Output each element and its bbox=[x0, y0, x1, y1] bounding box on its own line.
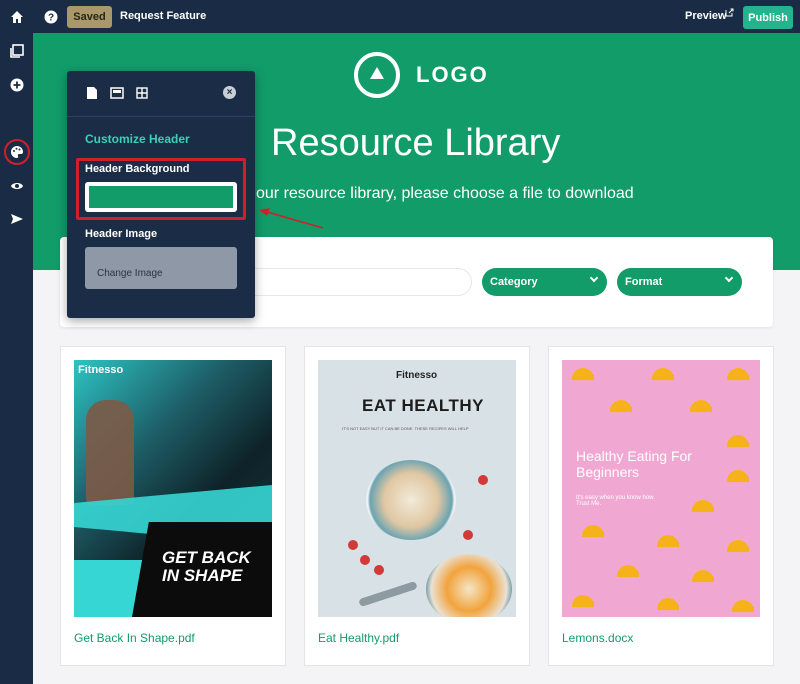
eye-icon[interactable] bbox=[8, 177, 26, 195]
request-feature-link[interactable]: Request Feature bbox=[120, 10, 206, 22]
preview-link[interactable]: Preview bbox=[685, 10, 727, 22]
resource-card[interactable]: Fitnesso EAT HEALTHY IT'S NOT EASY BUT I… bbox=[304, 346, 530, 666]
cover-slogan: GET BACK IN SHAPE bbox=[162, 548, 251, 585]
change-image-button[interactable]: Change Image bbox=[85, 247, 237, 289]
send-icon[interactable] bbox=[8, 210, 26, 228]
chevron-down-icon bbox=[724, 273, 734, 283]
chevron-down-icon bbox=[589, 273, 599, 283]
category-select[interactable]: Category bbox=[482, 268, 607, 296]
saved-badge: Saved bbox=[67, 6, 112, 28]
close-icon[interactable]: × bbox=[223, 86, 236, 99]
category-select-label: Category bbox=[490, 276, 538, 288]
page-subtitle: our resource library, please choose a fi… bbox=[256, 185, 634, 202]
cover-text: Healthy Eating For Beginners bbox=[576, 448, 692, 480]
resource-card[interactable]: Healthy Eating For Beginners It's easy w… bbox=[548, 346, 774, 666]
resource-thumbnail[interactable]: Fitnesso EAT HEALTHY IT'S NOT EASY BUT I… bbox=[318, 360, 516, 617]
change-image-label: Change Image bbox=[97, 268, 163, 279]
logo-mark bbox=[354, 52, 400, 98]
page-title: Resource Library bbox=[271, 122, 561, 164]
annotation-highlight-box bbox=[76, 158, 246, 220]
page-icon[interactable] bbox=[85, 86, 99, 100]
search-input[interactable] bbox=[240, 268, 472, 296]
annotation-arrow bbox=[259, 208, 324, 229]
format-select-label: Format bbox=[625, 276, 663, 288]
header-layout-icon[interactable] bbox=[110, 86, 124, 100]
cover-small-text: It's easy when you know how. Trust Me. bbox=[576, 495, 655, 507]
athlete-photo bbox=[86, 400, 134, 505]
help-icon[interactable]: ? bbox=[42, 8, 60, 26]
cover-title: EAT HEALTHY bbox=[362, 396, 484, 415]
resource-title[interactable]: Get Back In Shape.pdf bbox=[74, 631, 195, 645]
bowl-image bbox=[426, 554, 512, 617]
palette-icon[interactable] bbox=[8, 143, 26, 161]
add-icon[interactable] bbox=[8, 76, 26, 94]
resource-title[interactable]: Lemons.docx bbox=[562, 631, 633, 645]
divider bbox=[67, 116, 255, 117]
cover-brand: Fitnesso bbox=[78, 364, 124, 376]
popover-heading: Customize Header bbox=[85, 132, 190, 146]
spoon-image bbox=[358, 580, 418, 608]
left-rail bbox=[0, 33, 33, 684]
pages-icon[interactable] bbox=[8, 42, 26, 60]
grid-icon[interactable] bbox=[135, 86, 149, 100]
cover-tagline: IT'S NOT EASY BUT IT CAN BE DONE. THESE … bbox=[342, 426, 469, 431]
logo-text: LOGO bbox=[416, 62, 489, 87]
top-bar: ? Saved Request Feature Preview Publish bbox=[0, 0, 800, 33]
cover-brand: Fitnesso bbox=[396, 370, 438, 381]
publish-button[interactable]: Publish bbox=[743, 6, 793, 29]
resource-thumbnail[interactable]: Fitnesso GET BACK IN SHAPE bbox=[74, 360, 272, 617]
resource-card[interactable]: Fitnesso GET BACK IN SHAPE Get Back In S… bbox=[60, 346, 286, 666]
format-select[interactable]: Format bbox=[617, 268, 742, 296]
external-link-icon bbox=[725, 8, 734, 20]
resource-thumbnail[interactable]: Healthy Eating For Beginners It's easy w… bbox=[562, 360, 760, 617]
resource-title[interactable]: Eat Healthy.pdf bbox=[318, 631, 399, 645]
svg-text:?: ? bbox=[48, 13, 54, 24]
header-image-label: Header Image bbox=[85, 228, 158, 240]
home-icon[interactable] bbox=[8, 8, 26, 26]
bowl-image bbox=[366, 460, 456, 540]
